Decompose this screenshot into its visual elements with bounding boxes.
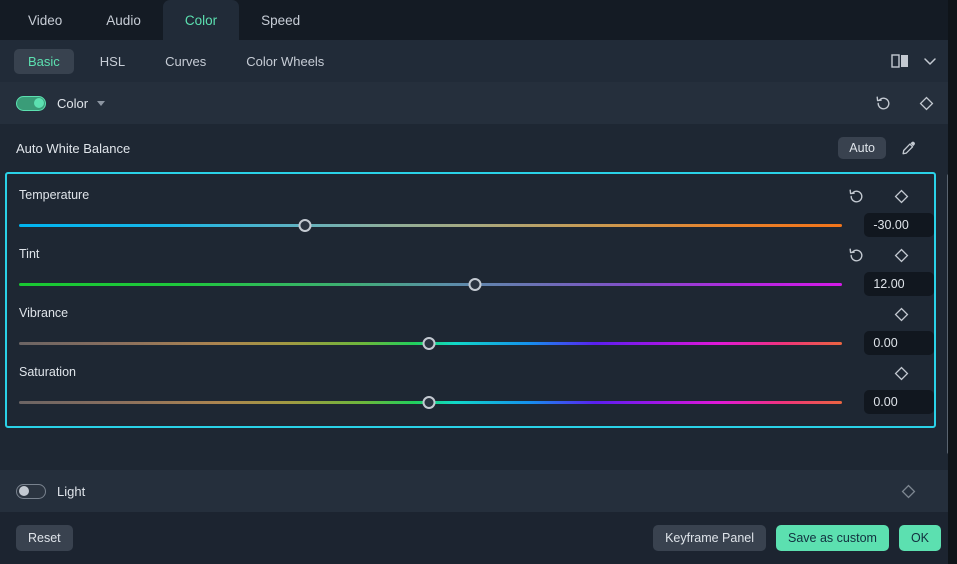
keyframe-diamond-icon[interactable] [893,306,910,323]
color-section-actions [875,95,941,112]
reset-icon[interactable] [848,188,865,205]
main-tab-bar: Video Audio Color Speed [0,0,957,40]
reset-icon[interactable] [848,247,865,264]
tab-color[interactable]: Color [162,0,240,40]
sub-tab-bar: Basic HSL Curves Color Wheels [0,40,957,82]
tab-video[interactable]: Video [6,0,84,40]
auto-white-balance-actions: Auto [838,137,941,159]
auto-white-balance-button[interactable]: Auto [838,137,886,159]
reset-button[interactable]: Reset [16,525,73,551]
subtab-color-wheels[interactable]: Color Wheels [232,49,338,74]
slider-actions-temperature [848,188,934,205]
slider-actions-vibrance [893,306,934,323]
subtab-hsl[interactable]: HSL [86,49,139,74]
eyedropper-icon[interactable] [900,140,917,157]
slider-label-temperature: Temperature [19,188,90,202]
slider-label-tint: Tint [19,247,40,261]
light-section-header: Light [0,470,957,512]
color-section-title: Color [57,95,89,111]
slider-value-saturation[interactable]: 0.00 [864,390,934,414]
color-section-header: Color [0,82,957,124]
slider-actions-tint [848,247,934,264]
slider-thumb-saturation[interactable] [422,395,436,409]
slider-track-temperature[interactable] [19,216,843,234]
slider-row-vibrance: Vibrance 0.00 [7,298,934,357]
auto-white-balance-row: Auto White Balance Auto [0,124,957,172]
keyframe-panel-button[interactable]: Keyframe Panel [653,525,766,551]
split-compare-icon[interactable] [891,54,909,68]
slider-actions-saturation [893,365,934,382]
color-section-toggle[interactable] [16,95,46,111]
slider-row-temperature: Temperature -30.00 [7,180,934,239]
slider-track-vibrance[interactable] [19,334,843,352]
slider-track-tint[interactable] [19,275,843,293]
color-editor-panel: Video Audio Color Speed Basic HSL Curves… [0,0,957,564]
slider-label-vibrance: Vibrance [19,306,69,320]
color-controls-scroll-area: Auto White Balance Auto Temperature -30.… [0,124,957,470]
footer-action-bar: Reset Keyframe Panel Save as custom OK [0,512,957,564]
highlighted-slider-group: Temperature -30.00 Tint 12.00 Vibrance 0… [5,172,936,428]
keyframe-diamond-icon[interactable] [893,365,910,382]
reset-icon[interactable] [875,95,892,112]
slider-thumb-vibrance[interactable] [422,336,436,350]
slider-row-saturation: Saturation 0.00 [7,357,934,416]
slider-value-tint[interactable]: 12.00 [864,272,934,296]
slider-thumb-temperature[interactable] [298,218,312,232]
light-section-actions [900,483,941,500]
window-right-edge [948,0,957,564]
slider-gradient-temperature [19,223,843,227]
tab-speed[interactable]: Speed [239,0,322,40]
keyframe-diamond-icon[interactable] [918,95,935,112]
sub-tab-bar-actions [891,54,943,68]
keyframe-diamond-icon[interactable] [893,247,910,264]
subtab-curves[interactable]: Curves [151,49,220,74]
slider-value-vibrance[interactable]: 0.00 [864,331,934,355]
subtab-basic[interactable]: Basic [14,48,74,74]
slider-value-temperature[interactable]: -30.00 [864,213,934,237]
save-as-custom-button[interactable]: Save as custom [776,525,889,551]
slider-thumb-tint[interactable] [468,277,482,291]
slider-track-saturation[interactable] [19,393,843,411]
light-section-title: Light [57,483,86,499]
slider-gradient-tint [19,282,843,286]
footer-right-actions: Keyframe Panel Save as custom OK [653,525,941,551]
auto-white-balance-label: Auto White Balance [16,140,131,156]
color-section-collapse-caret-icon[interactable] [97,100,106,106]
tab-audio[interactable]: Audio [84,0,163,40]
slider-row-tint: Tint 12.00 [7,239,934,298]
keyframe-diamond-icon[interactable] [900,483,917,500]
slider-label-saturation: Saturation [19,365,76,379]
ok-button[interactable]: OK [898,525,941,551]
keyframe-diamond-icon[interactable] [893,188,910,205]
chevron-down-icon[interactable] [923,56,937,66]
light-section-toggle[interactable] [16,483,46,499]
